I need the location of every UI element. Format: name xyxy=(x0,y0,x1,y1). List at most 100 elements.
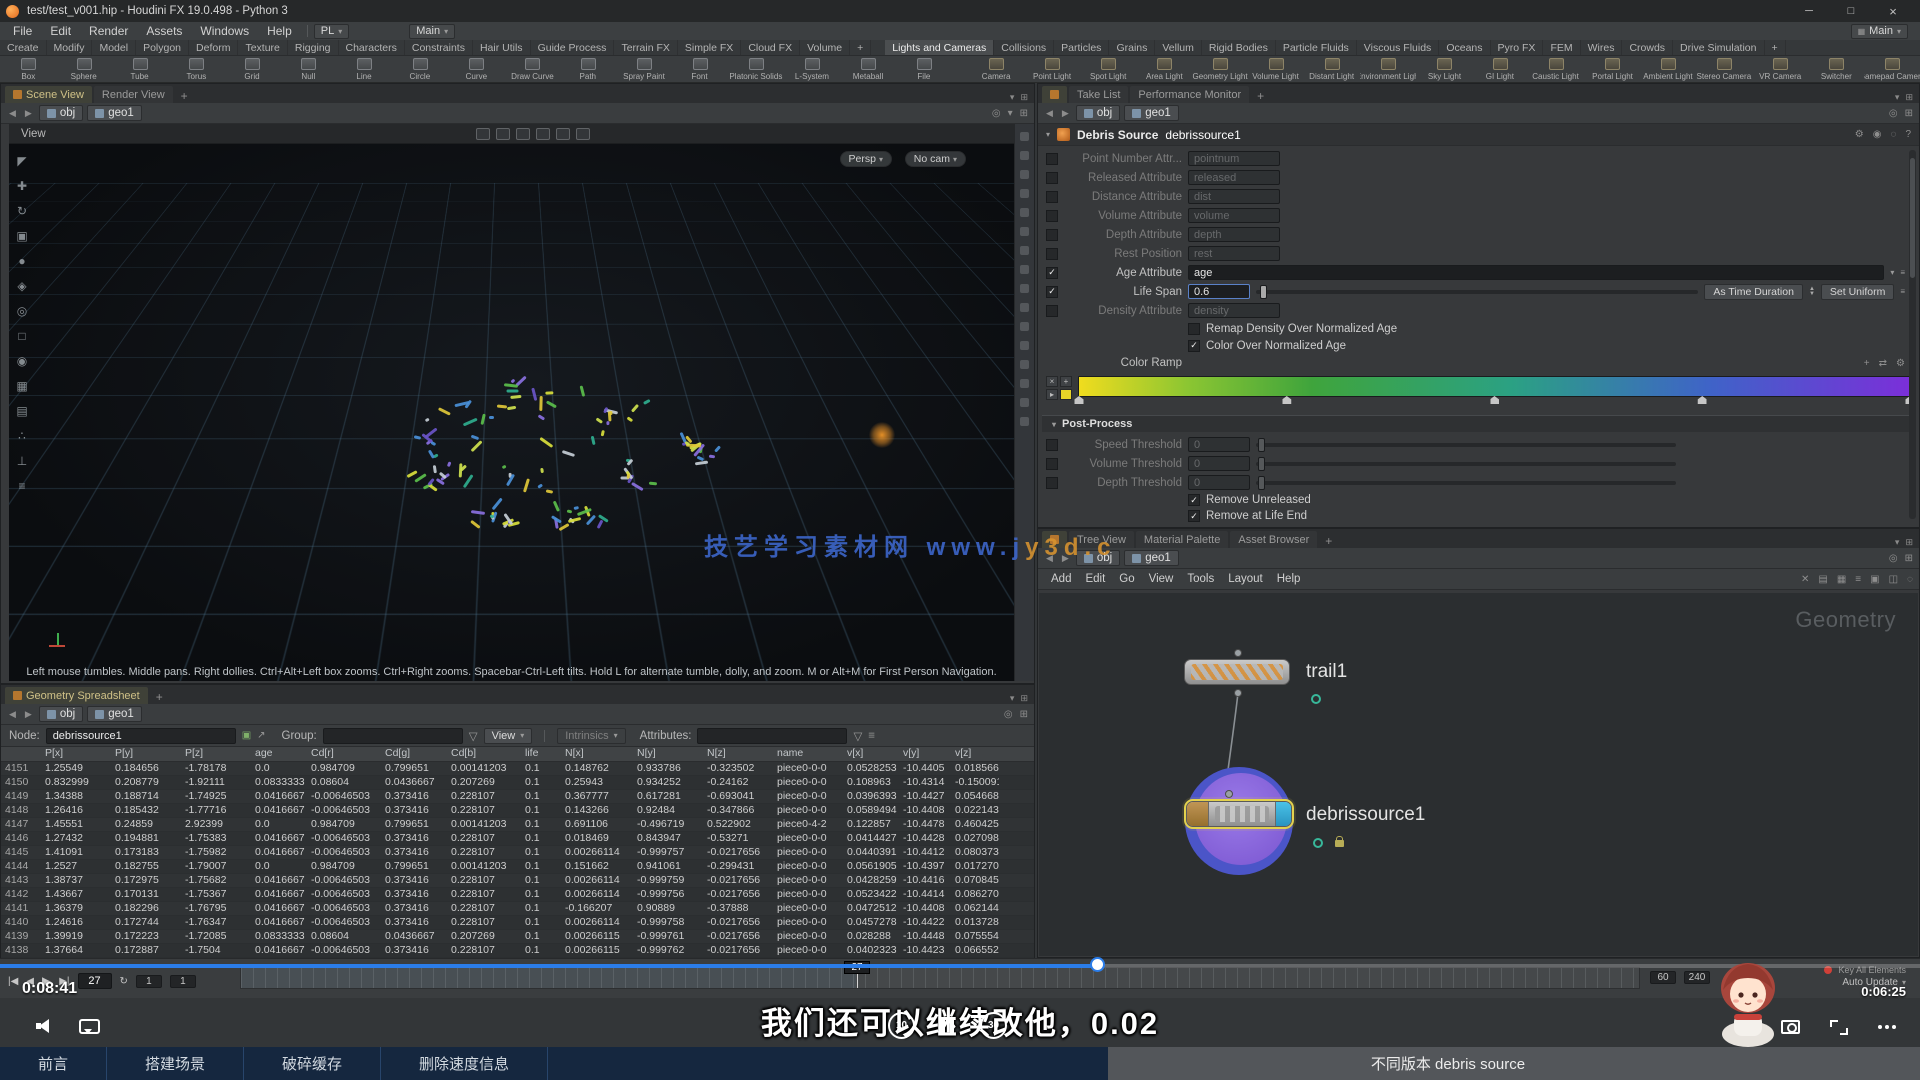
pin-icon[interactable]: ◎ xyxy=(1889,553,1898,564)
param-value-field[interactable]: depth xyxy=(1188,227,1280,242)
chapter-tab[interactable]: 删除速度信息 xyxy=(381,1047,548,1080)
shelf-tab[interactable]: Pyro FX xyxy=(1491,40,1544,55)
param-enable-checkbox[interactable] xyxy=(1046,267,1058,279)
back-icon[interactable]: ◀ xyxy=(7,709,18,720)
shelf-tab[interactable]: Modify xyxy=(47,40,93,55)
node-trail1[interactable] xyxy=(1184,659,1290,685)
pane-tab-render-view[interactable]: Render View xyxy=(94,86,173,103)
view-menu[interactable]: View xyxy=(21,128,46,140)
forward-icon[interactable]: ▶ xyxy=(23,709,34,720)
shelf-tool[interactable]: Tube xyxy=(112,56,168,83)
panel-icon[interactable] xyxy=(1020,322,1029,331)
param-value-field[interactable]: rest xyxy=(1188,246,1280,261)
pane-layout-icon[interactable]: ⊞ xyxy=(1905,92,1913,103)
forward-icon[interactable]: ▶ xyxy=(23,108,34,119)
ramp-key-marker[interactable] xyxy=(1698,396,1707,404)
menu-item[interactable]: Edit xyxy=(1078,573,1112,585)
pane-menu-icon[interactable]: ▾ xyxy=(1895,537,1900,548)
pane-tab-scene-view[interactable]: Scene View xyxy=(5,86,92,103)
column-header[interactable]: name xyxy=(773,747,843,761)
shelf-tab[interactable]: Crowds xyxy=(1622,40,1673,55)
panel-icon[interactable] xyxy=(1020,132,1029,141)
shelf-tab[interactable]: Texture xyxy=(238,40,287,55)
panel-icon[interactable] xyxy=(1020,151,1029,160)
slider-handle[interactable] xyxy=(1258,438,1265,452)
search-icon[interactable]: ◌ xyxy=(1907,574,1913,585)
fullscreen-icon[interactable] xyxy=(1830,1020,1848,1035)
translate-icon[interactable]: ✚ xyxy=(13,179,31,193)
view-dropdown[interactable]: View▾ xyxy=(484,728,533,744)
shelf-tool[interactable]: Torus xyxy=(168,56,224,83)
pane-tab-asset-browser[interactable]: Asset Browser xyxy=(1230,531,1317,548)
expand-icon[interactable]: ▸ xyxy=(1046,389,1058,400)
group-field[interactable] xyxy=(323,728,463,744)
pane-tab-material-palette[interactable]: Material Palette xyxy=(1136,531,1228,548)
menu-item[interactable]: Tools xyxy=(1180,573,1221,585)
shelf-tab[interactable]: Lights and Cameras xyxy=(885,40,994,55)
param-enable-checkbox[interactable] xyxy=(1046,286,1058,298)
node-chooser-icon[interactable]: ▣ xyxy=(242,730,251,741)
shelf-tool[interactable]: Font xyxy=(672,56,728,83)
forward-icon[interactable]: ▶ xyxy=(1060,108,1071,119)
template-icon[interactable]: ▦ xyxy=(13,379,31,393)
table-row[interactable]: 41461.274320.194881-1.753830.0416667-0.0… xyxy=(1,832,1034,846)
grid-icon[interactable]: ▦ xyxy=(1837,574,1846,585)
param-slider[interactable] xyxy=(1256,481,1676,485)
remap-density-checkbox[interactable] xyxy=(1188,323,1200,335)
more-options-icon[interactable] xyxy=(1878,1025,1896,1029)
panel-icon[interactable] xyxy=(1020,265,1029,274)
table-row[interactable]: 41511.255490.184656-1.781780.00.9847090.… xyxy=(1,762,1034,776)
help-icon[interactable]: ? xyxy=(1905,129,1911,140)
shelf-tool[interactable]: GI Light xyxy=(1472,56,1528,83)
shelf-tab[interactable]: Vellum xyxy=(1155,40,1202,55)
param-enable-checkbox[interactable] xyxy=(1046,210,1058,222)
minimize-button[interactable]: ─ xyxy=(1788,0,1830,22)
panel-icon[interactable] xyxy=(1020,246,1029,255)
snap-icon[interactable]: ◈ xyxy=(13,279,31,293)
back-icon[interactable]: ◀ xyxy=(7,108,18,119)
chapter-tab[interactable]: 不同版本 debris source xyxy=(1108,1047,1920,1080)
timeline-ruler[interactable]: 27 xyxy=(240,967,1640,989)
wrench-icon[interactable]: ✕ xyxy=(1801,574,1809,585)
shelf-tool[interactable]: Gamepad Camera xyxy=(1864,56,1920,83)
shelf-tab[interactable]: Simple FX xyxy=(678,40,741,55)
panel-icon[interactable] xyxy=(1020,227,1029,236)
param-value-field[interactable]: released xyxy=(1188,170,1280,185)
path-chip[interactable]: obj xyxy=(39,706,83,722)
column-header[interactable]: N[x] xyxy=(561,747,633,761)
danmaku-icon[interactable] xyxy=(79,1019,100,1034)
table-row[interactable]: 41431.387370.172975-1.756820.0416667-0.0… xyxy=(1,874,1034,888)
shelf-tool[interactable]: VR Camera xyxy=(1752,56,1808,83)
column-header[interactable]: Cd[r] xyxy=(307,747,381,761)
back-icon[interactable]: ◀ xyxy=(1044,108,1055,119)
menu-item[interactable]: Go xyxy=(1112,573,1141,585)
view-icon[interactable]: ◎ xyxy=(13,304,31,318)
menu-item[interactable]: Assets xyxy=(137,22,191,40)
resize-icon[interactable]: ⇄ xyxy=(1879,358,1887,369)
shelf-tab[interactable]: Oceans xyxy=(1439,40,1490,55)
shelf-tab[interactable]: Characters xyxy=(339,40,405,55)
info-icon[interactable]: ≡ xyxy=(13,479,31,493)
shelf-tool[interactable]: Null xyxy=(280,56,336,83)
panel-icon[interactable] xyxy=(1020,379,1029,388)
table-row[interactable]: 41491.343880.188714-1.749250.0416667-0.0… xyxy=(1,790,1034,804)
table-row[interactable]: 41421.436670.170131-1.753670.0416667-0.0… xyxy=(1,888,1034,902)
node-path-field[interactable]: debrissource1 xyxy=(46,728,236,744)
list-icon[interactable]: ≡ xyxy=(1855,574,1861,585)
split-icon[interactable]: ⊞ xyxy=(1020,108,1028,119)
slider-handle[interactable] xyxy=(1260,285,1267,299)
current-frame-field[interactable]: 27 xyxy=(78,973,112,989)
intrinsics-dropdown[interactable]: Intrinsics▾ xyxy=(557,728,625,744)
jump-start-icon[interactable]: |◀ xyxy=(8,976,18,987)
history-icon[interactable]: ▾ xyxy=(1008,108,1013,119)
video-progress-bar[interactable] xyxy=(0,964,1920,968)
ramp-key-marker[interactable] xyxy=(1282,396,1291,404)
key-color-swatch[interactable] xyxy=(1060,389,1072,400)
param-slider[interactable] xyxy=(1256,443,1676,447)
add-pane-tab-button[interactable]: + xyxy=(150,690,169,704)
table-row[interactable]: 41451.410910.173183-1.759820.0416667-0.0… xyxy=(1,846,1034,860)
normals-icon[interactable]: ⊥ xyxy=(13,454,31,468)
color-palette-icon[interactable]: ▣ xyxy=(1870,574,1879,585)
jump-icon[interactable]: ↗ xyxy=(257,730,265,741)
add-pane-tab-button[interactable]: + xyxy=(1251,89,1270,103)
